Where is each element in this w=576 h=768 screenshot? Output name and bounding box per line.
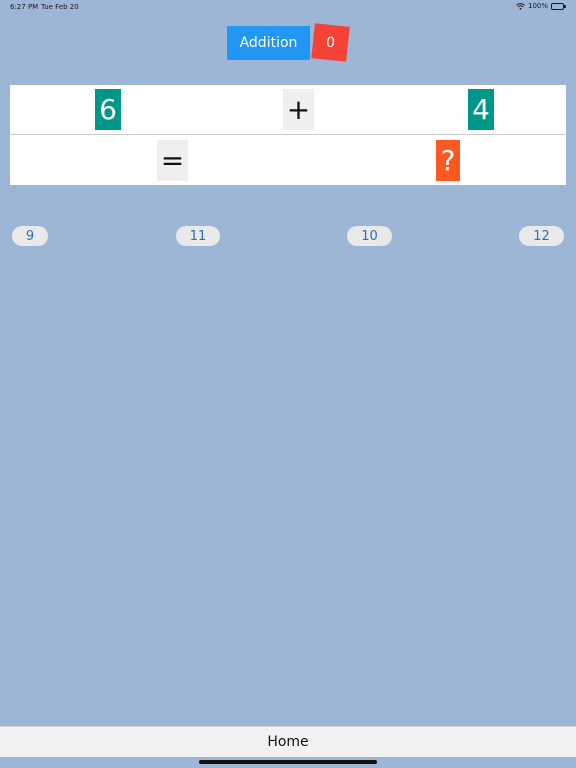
battery-icon: [551, 2, 567, 10]
status-date: Tue Feb 20: [41, 3, 79, 11]
answer-slot[interactable]: ?: [436, 140, 460, 181]
answer-choice-button[interactable]: 12: [519, 226, 564, 246]
status-right: 100%: [516, 2, 567, 10]
mode-button[interactable]: Addition: [227, 26, 310, 60]
operator-tile: +: [283, 89, 314, 130]
equation-panel: 6 + 4 = ?: [10, 85, 566, 185]
status-bar: 6:27 PM Tue Feb 20 100%: [0, 0, 576, 14]
answer-choice-button[interactable]: 10: [347, 226, 392, 246]
battery-percent: 100%: [527, 2, 548, 10]
equals-tile: =: [157, 140, 188, 181]
bottom-tab-bar: Home: [0, 726, 576, 757]
answer-choice-button[interactable]: 11: [176, 226, 220, 246]
wifi-icon: [516, 2, 525, 10]
home-indicator[interactable]: [199, 760, 377, 764]
equation-divider: [10, 134, 566, 135]
operand-a-tile: 6: [95, 89, 121, 130]
answer-choice-button[interactable]: 9: [12, 226, 48, 246]
home-tab[interactable]: Home: [267, 734, 308, 750]
score-badge: 0: [311, 23, 350, 62]
operand-b-tile: 4: [468, 89, 494, 130]
status-time: 6:27 PM: [10, 3, 39, 11]
